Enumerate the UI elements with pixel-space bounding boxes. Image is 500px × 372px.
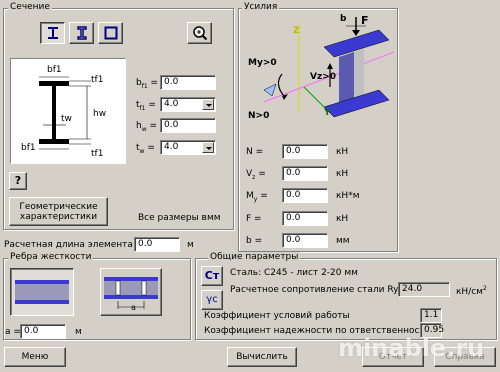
channel-icon <box>76 26 87 40</box>
box-section-icon <box>104 26 117 40</box>
bf1-input[interactable]: 0.0 <box>160 75 216 90</box>
Vz-input[interactable]: 0.0 <box>282 166 328 181</box>
Vz-unit: кН <box>336 169 349 179</box>
chevron-down-icon[interactable] <box>202 99 214 110</box>
a-unit: м <box>75 327 82 337</box>
diagram-F-label: F <box>361 14 369 27</box>
ry-value: 24.0 <box>398 282 450 297</box>
no-stiffeners-option[interactable] <box>10 268 74 316</box>
F-input[interactable]: 0.0 <box>282 211 328 226</box>
length-unit: м <box>187 240 194 250</box>
N-input[interactable]: 0.0 <box>282 144 328 159</box>
beam-no-stiffeners-icon <box>15 280 69 304</box>
chevron-down-icon[interactable] <box>202 142 214 153</box>
Vz-label: Vz = <box>246 169 266 181</box>
tf1-select[interactable]: 4.0 <box>160 97 216 112</box>
diagram-tf1-bottom-label: tf1 <box>91 149 104 159</box>
menu-button[interactable]: Меню <box>4 347 66 367</box>
watermark: minable.ru <box>338 334 485 362</box>
diagram-hw-label: hw <box>93 109 107 119</box>
My-label: My = <box>246 191 268 203</box>
length-label: Расчетная длина элемента L = <box>4 240 152 250</box>
box-section-button[interactable] <box>98 22 123 44</box>
section-diagram: bf1 tf1 tw hw bf1 tf1 <box>10 58 126 164</box>
tf1-select-value: 4.0 <box>164 99 179 109</box>
b-label: b = <box>246 236 263 246</box>
a-label: a = <box>5 327 21 337</box>
N-unit: кН <box>336 147 349 157</box>
b-input[interactable]: 0.0 <box>282 233 328 248</box>
diagram-tw-label: tw <box>61 114 72 124</box>
F-unit: кН <box>336 214 349 224</box>
tw-select[interactable]: 4.0 <box>160 140 216 155</box>
diagram-a-label: a <box>131 303 136 312</box>
b-unit: мм <box>336 236 350 246</box>
diagram-b-label: b <box>340 14 347 24</box>
diagram-tf1-top-label: tf1 <box>91 75 104 85</box>
i-beam-shape-button[interactable] <box>40 22 65 44</box>
bf1-label: bf1 = <box>136 78 159 90</box>
diagram-N-label: N>0 <box>248 111 270 121</box>
forces-diagram: b F My>0 Vz>0 N>0 Y Z <box>244 12 395 128</box>
params-group-title: Общие параметры <box>208 252 301 262</box>
units-value: мм <box>207 213 221 223</box>
gamma-c-button[interactable]: γс <box>201 290 223 310</box>
section-group-title: Сечение <box>8 2 52 12</box>
length-input[interactable]: 0.0 <box>134 237 180 252</box>
stiffeners-group-title: Ребра жесткости <box>8 252 94 262</box>
geometric-properties-button[interactable]: Геометрические характеристики <box>9 197 108 226</box>
a-input[interactable]: 0.0 <box>20 324 66 339</box>
i-beam-icon <box>47 27 58 39</box>
working-conditions-label: Коэффициент условий работы <box>204 311 350 321</box>
diagram-bf1-bottom-label: bf1 <box>21 143 36 153</box>
diagram-Vz-label: Vz>0 <box>310 72 337 82</box>
diagram-My-label: My>0 <box>248 58 277 68</box>
steel-grade-text: Сталь: С245 - лист 2-20 мм <box>230 268 358 278</box>
My-unit: кН*м <box>336 191 360 201</box>
hw-label: hw = <box>136 121 158 133</box>
diagram-bf1-top-label: bf1 <box>47 65 62 75</box>
units-note: Все размеры в <box>138 213 207 223</box>
steel-button[interactable]: Ст <box>201 266 223 286</box>
tf1-label: tf1 = <box>136 100 156 112</box>
channel-shape-button[interactable] <box>69 22 94 44</box>
My-input[interactable]: 0.0 <box>282 188 328 203</box>
tw-label: tw = <box>136 143 155 155</box>
ry-label: Расчетное сопротивление стали Ry <box>230 285 399 295</box>
calculate-button[interactable]: Вычислить <box>227 347 297 367</box>
help-question-button[interactable]: ? <box>9 172 27 190</box>
diagram-Y-label: Y <box>324 108 331 118</box>
zoom-button[interactable] <box>187 22 212 44</box>
N-label: N = <box>246 147 264 157</box>
F-label: F = <box>246 214 262 224</box>
working-conditions-value: 1.1 <box>420 308 442 323</box>
ry-unit: кН/см2 <box>456 285 487 297</box>
magnifier-icon <box>192 26 207 41</box>
forces-group-title: Усилия <box>242 2 280 12</box>
with-stiffeners-option[interactable]: a <box>100 268 162 316</box>
hw-input[interactable]: 0.0 <box>160 118 216 133</box>
diagram-Z-label: Z <box>293 26 300 36</box>
tw-select-value: 4.0 <box>164 142 179 152</box>
